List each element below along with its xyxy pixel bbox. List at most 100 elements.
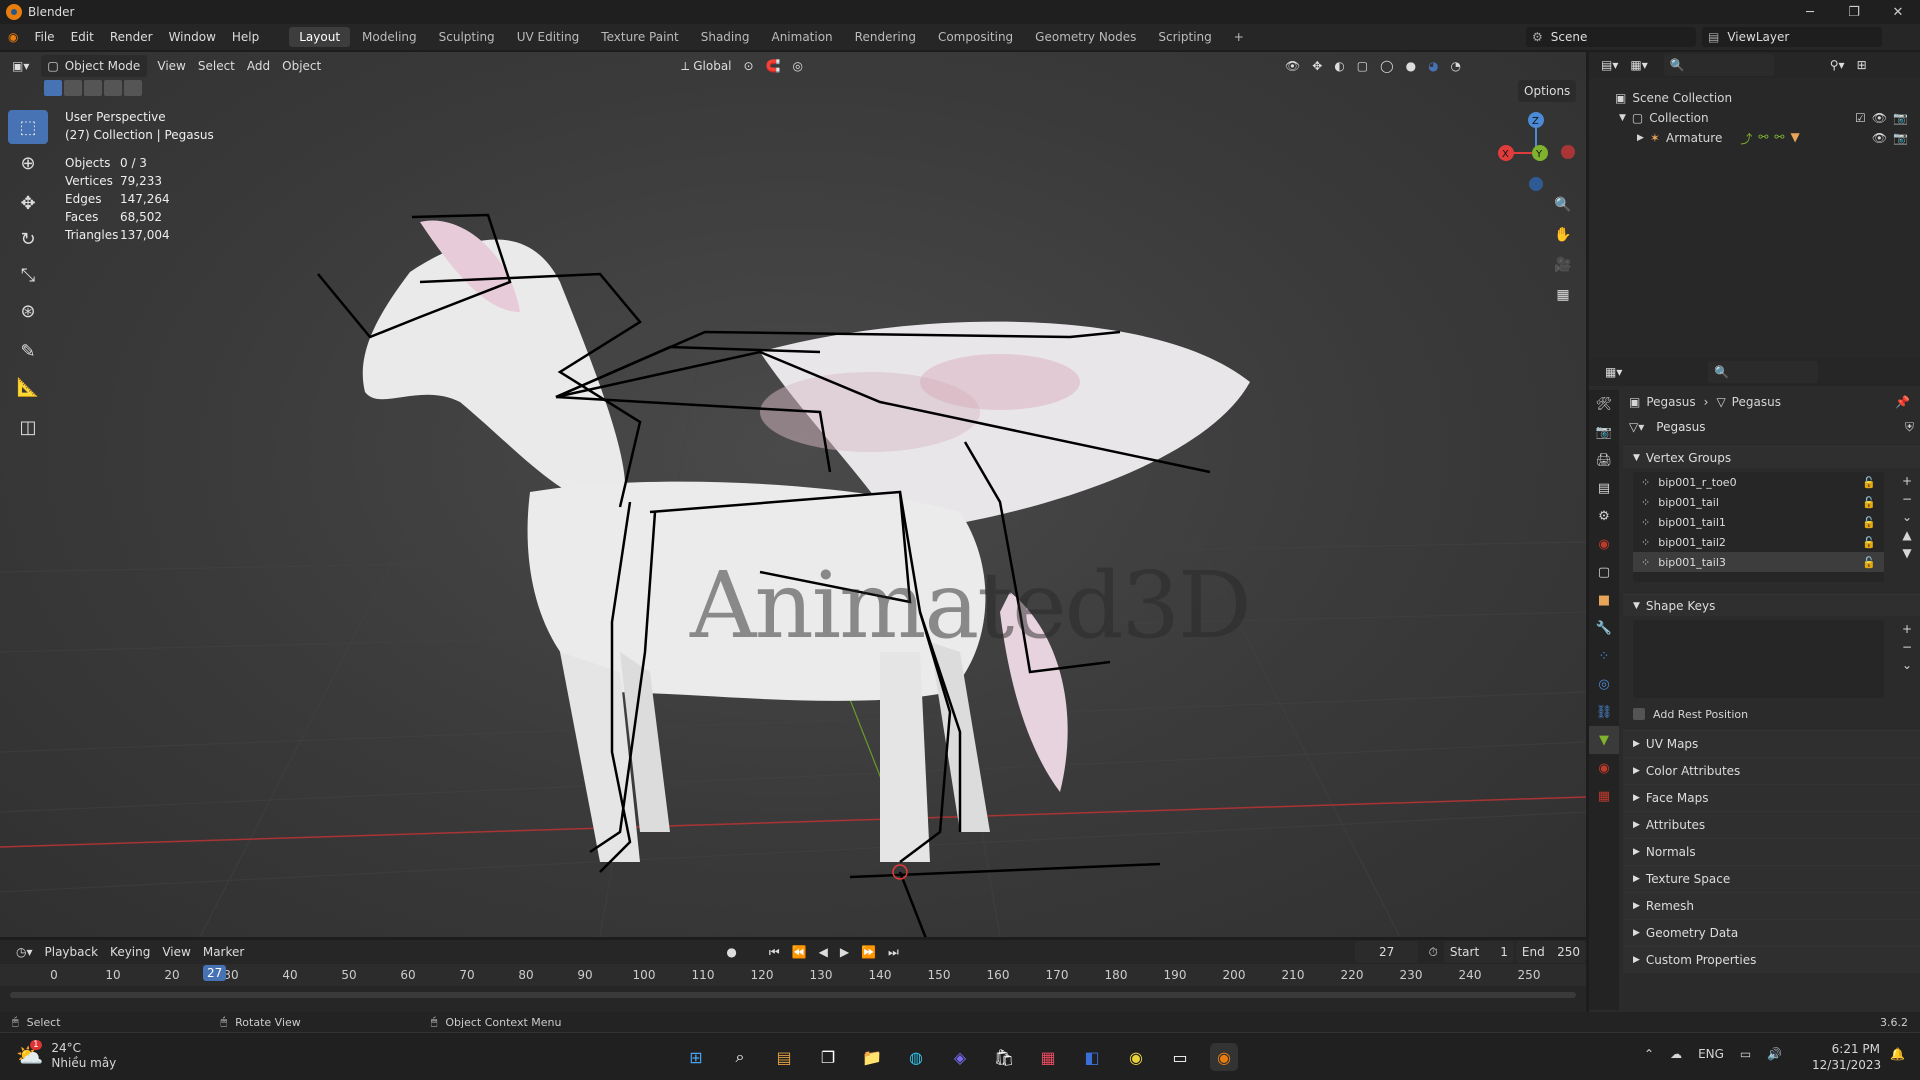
clock[interactable]: 6:21 PM 12/31/2023: [1812, 1041, 1881, 1073]
render-tab-icon[interactable]: 📷: [1589, 418, 1619, 446]
rotate-tool-icon[interactable]: ↻: [8, 222, 48, 256]
scene-tab-icon[interactable]: ⚙: [1589, 502, 1619, 530]
lock-icon[interactable]: 🔓: [1862, 496, 1876, 509]
menu-edit[interactable]: Edit: [63, 24, 102, 50]
timeline-editor-icon[interactable]: ◷▾: [10, 941, 39, 963]
panel-uv-maps[interactable]: ▶ UV Maps: [1623, 730, 1920, 757]
collection-tab-icon[interactable]: ▢: [1589, 558, 1619, 586]
select-intersect-icon[interactable]: [124, 80, 142, 96]
vertex-group-item[interactable]: ⁘ bip001_r_toe0 🔓: [1633, 472, 1884, 492]
search-icon[interactable]: ⌕: [726, 1043, 754, 1071]
remove-shape-key-icon[interactable]: −: [1902, 640, 1912, 654]
panel-geometry-data[interactable]: ▶ Geometry Data: [1623, 919, 1920, 946]
outliner-editor-icon[interactable]: ▤▾: [1595, 54, 1624, 76]
properties-editor-icon[interactable]: ▦▾: [1599, 361, 1628, 383]
tool-tab-icon[interactable]: 🛠: [1589, 390, 1619, 418]
minimize-icon[interactable]: ─: [1788, 0, 1832, 24]
shading-rendered-icon[interactable]: ◔: [1445, 55, 1467, 77]
widgets-icon[interactable]: ▤: [770, 1043, 798, 1071]
collapse-arrow-icon[interactable]: ▶: [1637, 133, 1644, 143]
add-rest-position-checkbox[interactable]: [1633, 708, 1645, 720]
tab-shading[interactable]: Shading: [691, 27, 760, 47]
play-reverse-icon[interactable]: ◀: [813, 941, 834, 963]
menu-keying[interactable]: Keying: [104, 941, 156, 963]
select-invert-icon[interactable]: [104, 80, 122, 96]
vertex-group-item-selected[interactable]: ⁘ bip001_tail3 🔓: [1633, 552, 1884, 572]
menu-add[interactable]: Add: [241, 55, 276, 77]
transform-tool-icon[interactable]: ⊛: [8, 294, 48, 328]
armature-render-camera-icon[interactable]: 📷: [1893, 131, 1908, 145]
data-tab-icon[interactable]: ▼: [1589, 726, 1619, 754]
select-subtract-icon[interactable]: [84, 80, 102, 96]
blender-taskbar-icon[interactable]: ◉: [1210, 1043, 1238, 1071]
menu-file[interactable]: File: [26, 24, 62, 50]
panel-normals[interactable]: ▶ Normals: [1623, 838, 1920, 865]
outliner-armature[interactable]: ▶ ✶ Armature ⤴ ⚯ ⚯ ▼ 👁 📷: [1589, 128, 1920, 148]
snap-icon[interactable]: 🧲: [760, 55, 787, 77]
zoom-icon[interactable]: 🔍: [1550, 192, 1576, 218]
output-tab-icon[interactable]: 🖨: [1589, 446, 1619, 474]
constraints-tab-icon[interactable]: ⛓: [1589, 698, 1619, 726]
menu-marker[interactable]: Marker: [197, 941, 250, 963]
onedrive-icon[interactable]: ☁: [1670, 1047, 1682, 1061]
render-camera-icon[interactable]: 📷: [1893, 111, 1908, 125]
tab-texture-paint[interactable]: Texture Paint: [591, 27, 688, 47]
language-indicator[interactable]: ENG: [1698, 1047, 1724, 1061]
world-tab-icon[interactable]: ◉: [1589, 530, 1619, 558]
hide-eye-icon[interactable]: 👁: [1872, 111, 1887, 125]
tab-modeling[interactable]: Modeling: [352, 27, 427, 47]
visual-studio-icon[interactable]: ◈: [946, 1043, 974, 1071]
vertex-group-item[interactable]: ⁘ bip001_tail 🔓: [1633, 492, 1884, 512]
outliner-scene-collection[interactable]: ▣ Scene Collection: [1589, 88, 1920, 108]
end-frame-field[interactable]: End 250: [1515, 941, 1587, 963]
xray-icon[interactable]: ▢: [1351, 55, 1374, 77]
menu-object[interactable]: Object: [276, 55, 327, 77]
weather-widget[interactable]: ⛅ 1 24°C Nhiều mây: [16, 1039, 116, 1071]
jump-end-icon[interactable]: ⏭: [882, 941, 905, 963]
next-key-icon[interactable]: ⏩: [855, 941, 882, 963]
armature-hide-eye-icon[interactable]: 👁: [1872, 131, 1887, 145]
panel-face-maps[interactable]: ▶ Face Maps: [1623, 784, 1920, 811]
play-icon[interactable]: ▶: [834, 941, 855, 963]
panel-attributes[interactable]: ▶ Attributes: [1623, 811, 1920, 838]
cursor-tool-icon[interactable]: ⊕: [8, 146, 48, 180]
fake-user-shield-icon[interactable]: ⛨: [1905, 420, 1914, 435]
visibility-icon[interactable]: 👁: [1279, 55, 1306, 77]
outliner-collection[interactable]: ▼ ▢ Collection ☑ 👁 📷: [1589, 108, 1920, 128]
overlay-toggle-icon[interactable]: ◐: [1328, 55, 1350, 77]
3d-viewport[interactable]: Animated3D: [0, 52, 1586, 937]
volume-icon[interactable]: 🔊: [1767, 1047, 1782, 1061]
tab-scripting[interactable]: Scripting: [1148, 27, 1221, 47]
prev-key-icon[interactable]: ⏪: [786, 941, 813, 963]
start-windows-icon[interactable]: ⊞: [682, 1043, 710, 1071]
modifier-icon[interactable]: ▼: [1790, 130, 1799, 147]
mode-selector[interactable]: ▢ Object Mode: [41, 55, 148, 77]
scene-selector[interactable]: ⚙ Scene: [1526, 27, 1696, 47]
file-explorer-icon[interactable]: 📁: [858, 1043, 886, 1071]
maximize-icon[interactable]: ❐: [1832, 0, 1876, 24]
menu-view[interactable]: View: [151, 55, 191, 77]
add-workspace-button[interactable]: +: [1224, 27, 1254, 47]
tab-layout[interactable]: Layout: [289, 27, 351, 47]
new-collection-icon[interactable]: ⊞: [1851, 54, 1873, 76]
filter-icon[interactable]: ⚲▾: [1824, 54, 1851, 76]
store-icon[interactable]: 🛍: [990, 1043, 1018, 1071]
shading-solid-icon[interactable]: ●: [1400, 55, 1422, 77]
tab-geometry-nodes[interactable]: Geometry Nodes: [1025, 27, 1146, 47]
timeline-scrollbar[interactable]: [10, 992, 1576, 998]
navigation-gizmo[interactable]: Z X Y: [1488, 108, 1578, 198]
notifications-bell-icon[interactable]: 🔔: [1890, 1047, 1905, 1061]
display-mode-icon[interactable]: ▦▾: [1624, 54, 1653, 76]
tab-uv-editing[interactable]: UV Editing: [507, 27, 590, 47]
shading-material-icon[interactable]: ◕: [1422, 55, 1444, 77]
shape-keys-list[interactable]: [1633, 620, 1884, 698]
select-extend-icon[interactable]: [64, 80, 82, 96]
menu-help[interactable]: Help: [224, 24, 267, 50]
tab-compositing[interactable]: Compositing: [928, 27, 1023, 47]
current-frame-field[interactable]: 27: [1354, 941, 1419, 963]
view-layer-tab-icon[interactable]: ▤: [1589, 474, 1619, 502]
add-shape-key-icon[interactable]: +: [1902, 622, 1912, 636]
vertex-group-specials-icon[interactable]: ⌄: [1902, 510, 1912, 524]
select-box-tool-icon[interactable]: ⬚: [8, 110, 48, 144]
gizmo-toggle-icon[interactable]: ✥: [1306, 55, 1328, 77]
